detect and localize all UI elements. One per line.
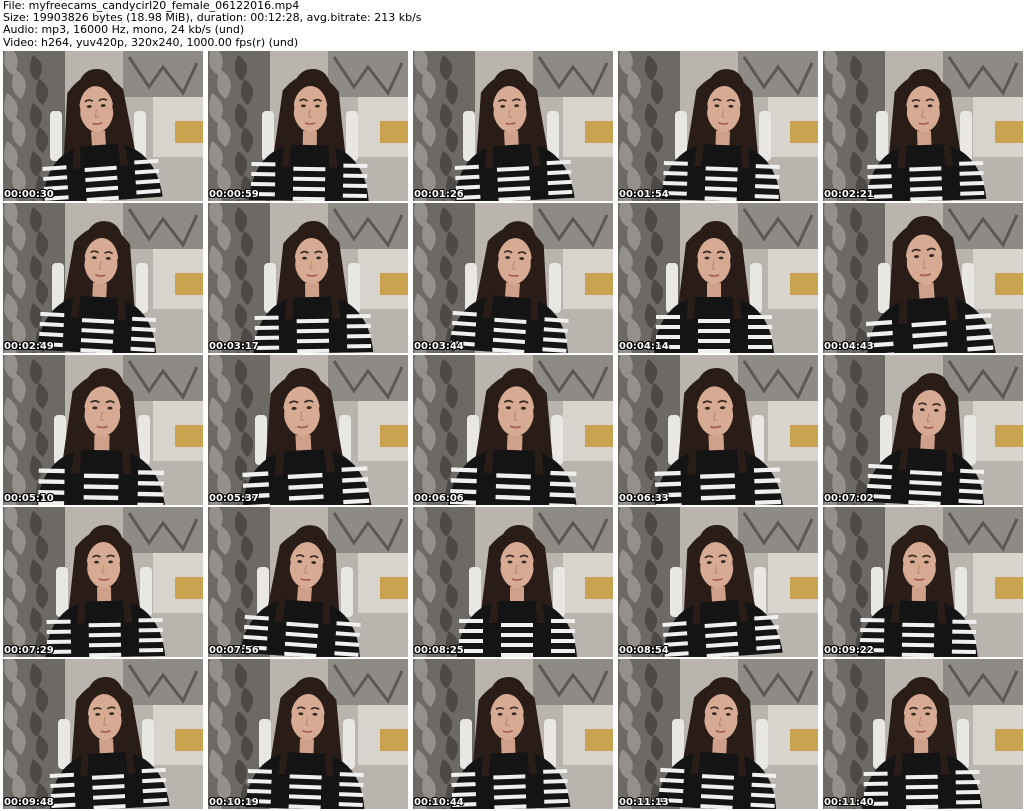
frame-timestamp: 00:02:21 — [824, 189, 874, 200]
video-frame-thumbnail: 00:03:17 — [208, 203, 408, 353]
frame-timestamp: 00:08:54 — [619, 645, 669, 656]
frame-scene — [823, 507, 1023, 657]
frame-scene — [3, 355, 203, 505]
video-frame-thumbnail: 00:00:59 — [208, 51, 408, 201]
frame-scene — [823, 51, 1023, 201]
frame-timestamp: 00:11:13 — [619, 797, 669, 808]
frame-timestamp: 00:09:22 — [824, 645, 874, 656]
frame-timestamp: 00:05:37 — [209, 493, 259, 504]
frame-scene — [618, 203, 818, 353]
frame-timestamp: 00:10:19 — [209, 797, 259, 808]
video-frame-thumbnail: 00:05:10 — [3, 355, 203, 505]
video-frame-thumbnail: 00:11:13 — [618, 659, 818, 809]
video-frame-thumbnail: 00:10:44 — [413, 659, 613, 809]
frame-scene — [3, 659, 203, 809]
frame-timestamp: 00:03:44 — [414, 341, 464, 352]
frame-scene — [3, 203, 203, 353]
video-frame-thumbnail: 00:01:54 — [618, 51, 818, 201]
frame-scene — [208, 203, 408, 353]
frame-scene — [823, 355, 1023, 505]
video-frame-thumbnail: 00:08:54 — [618, 507, 818, 657]
frame-timestamp: 00:09:48 — [4, 797, 54, 808]
frame-scene — [208, 507, 408, 657]
video-frame-thumbnail: 00:03:44 — [413, 203, 613, 353]
video-frame-thumbnail: 00:07:29 — [3, 507, 203, 657]
frame-scene — [3, 51, 203, 201]
frame-timestamp: 00:03:17 — [209, 341, 259, 352]
video-frame-thumbnail: 00:09:48 — [3, 659, 203, 809]
video-frame-thumbnail: 00:02:49 — [3, 203, 203, 353]
frame-timestamp: 00:04:14 — [619, 341, 669, 352]
frame-timestamp: 00:00:59 — [209, 189, 259, 200]
frame-timestamp: 00:04:43 — [824, 341, 874, 352]
frame-timestamp: 00:05:10 — [4, 493, 54, 504]
frame-timestamp: 00:07:02 — [824, 493, 874, 504]
video-frame-thumbnail: 00:00:30 — [3, 51, 203, 201]
video-info-line: Video: h264, yuv420p, 320x240, 1000.00 f… — [3, 35, 299, 49]
frame-scene — [208, 51, 408, 201]
frame-scene — [618, 355, 818, 505]
video-frame-thumbnail: 00:11:40 — [823, 659, 1023, 809]
frame-scene — [823, 659, 1023, 809]
frame-timestamp: 00:02:49 — [4, 341, 54, 352]
frame-scene — [618, 507, 818, 657]
frame-timestamp: 00:07:29 — [4, 645, 54, 656]
frame-scene — [208, 659, 408, 809]
video-frame-thumbnail: 00:06:33 — [618, 355, 818, 505]
video-frame-thumbnail: 00:04:14 — [618, 203, 818, 353]
frame-timestamp: 00:06:06 — [414, 493, 464, 504]
video-frame-thumbnail: 00:09:22 — [823, 507, 1023, 657]
file-info-header: File: myfreecams_candycirl20_female_0612… — [3, 0, 1021, 49]
frame-scene — [3, 507, 203, 657]
video-frame-thumbnail: 00:01:26 — [413, 51, 613, 201]
frame-timestamp: 00:01:54 — [619, 189, 669, 200]
video-frame-thumbnail: 00:10:19 — [208, 659, 408, 809]
frame-scene — [413, 659, 613, 809]
audio-info-line: Audio: mp3, 16000 Hz, mono, 24 kb/s (und… — [3, 23, 245, 37]
frame-scene — [413, 355, 613, 505]
thumbnail-grid: 00:00:30 00:00:59 00:01:26 00:01:54 00:02:21… — [3, 51, 1023, 809]
video-frame-thumbnail: 00:06:06 — [413, 355, 613, 505]
frame-scene — [413, 507, 613, 657]
frame-scene — [618, 659, 818, 809]
video-frame-thumbnail: 00:07:56 — [208, 507, 408, 657]
video-frame-thumbnail: 00:04:43 — [823, 203, 1023, 353]
frame-timestamp: 00:11:40 — [824, 797, 874, 808]
frame-timestamp: 00:07:56 — [209, 645, 259, 656]
frame-scene — [618, 51, 818, 201]
frame-scene — [208, 355, 408, 505]
video-frame-thumbnail: 00:02:21 — [823, 51, 1023, 201]
frame-scene — [413, 203, 613, 353]
frame-scene — [413, 51, 613, 201]
video-frame-thumbnail: 00:07:02 — [823, 355, 1023, 505]
frame-timestamp: 00:01:26 — [414, 189, 464, 200]
frame-timestamp: 00:06:33 — [619, 493, 669, 504]
frame-timestamp: 00:08:25 — [414, 645, 464, 656]
frame-timestamp: 00:10:44 — [414, 797, 464, 808]
video-frame-thumbnail: 00:08:25 — [413, 507, 613, 657]
frame-timestamp: 00:00:30 — [4, 189, 54, 200]
video-frame-thumbnail: 00:05:37 — [208, 355, 408, 505]
frame-scene — [823, 203, 1023, 353]
